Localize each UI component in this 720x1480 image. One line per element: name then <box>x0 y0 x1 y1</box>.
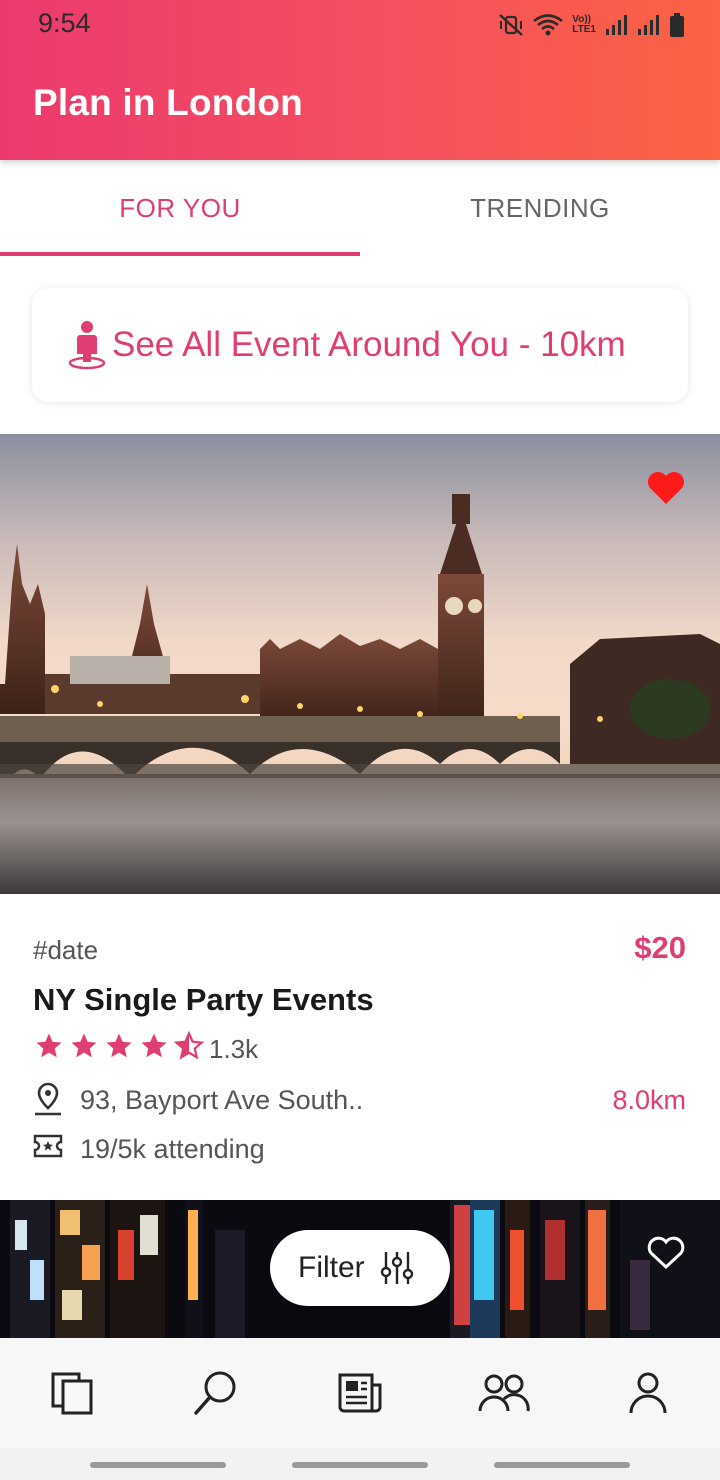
network-type-indicator: Vo)) LTE1 <box>572 15 596 35</box>
wifi-icon <box>533 14 564 36</box>
network-label-bottom: LTE1 <box>572 24 596 35</box>
location-pin-icon <box>35 1082 61 1116</box>
signal-icon <box>606 15 627 35</box>
search-icon <box>194 1371 236 1415</box>
gesture-handle <box>292 1462 428 1468</box>
profile-icon <box>629 1372 667 1414</box>
news-icon <box>338 1373 382 1413</box>
tab-bar: FOR YOU TRENDING <box>0 160 720 256</box>
nav-profile[interactable] <box>608 1353 688 1433</box>
london-skyline-image <box>0 434 720 894</box>
page-title: Plan in London <box>33 82 303 123</box>
battery-icon <box>670 13 684 37</box>
signal-icon <box>638 15 659 35</box>
nearby-events-button[interactable]: See All Event Around You - 10km <box>32 288 688 402</box>
event-image[interactable] <box>0 434 720 894</box>
event-tag: #date <box>33 935 99 965</box>
app-header: 9:54 Vo)) LTE1 Plan in London <box>0 0 720 160</box>
tab-for-you[interactable]: FOR YOU <box>0 160 360 256</box>
nav-friends[interactable] <box>464 1353 544 1433</box>
screen: 9:54 Vo)) LTE1 Plan in London FOR YOU TR… <box>0 0 720 1480</box>
tab-indicator <box>0 252 360 256</box>
star-icon <box>106 1033 132 1058</box>
tab-trending[interactable]: TRENDING <box>360 160 720 256</box>
filter-label: Filter <box>298 1251 365 1284</box>
favorite-heart-outline-icon[interactable] <box>646 1235 686 1271</box>
star-icon <box>141 1033 167 1058</box>
gesture-handle <box>90 1462 226 1468</box>
friends-icon <box>478 1374 530 1412</box>
ticket-icon <box>33 1134 63 1158</box>
nav-search[interactable] <box>176 1353 256 1433</box>
status-icons: Vo)) LTE1 <box>498 12 686 38</box>
rating-stars <box>33 1031 205 1061</box>
status-time: 9:54 <box>38 8 91 38</box>
sliders-icon <box>380 1252 413 1284</box>
mute-vibrate-icon <box>499 14 524 36</box>
event-address: 93, Bayport Ave South.. <box>80 1085 364 1115</box>
rating-count: 1.3k <box>209 1034 259 1064</box>
pages-icon <box>51 1372 93 1415</box>
nav-pages[interactable] <box>32 1353 112 1433</box>
event-title[interactable]: NY Single Party Events <box>33 982 374 1018</box>
person-pin-icon <box>68 321 106 370</box>
event-price: $20 <box>634 930 686 965</box>
system-gesture-bar <box>0 1448 720 1480</box>
star-half-icon <box>173 1031 205 1060</box>
gesture-handle <box>494 1462 630 1468</box>
star-icon <box>71 1033 97 1058</box>
nav-news[interactable] <box>320 1353 400 1433</box>
attending-count: 19/5k attending <box>80 1134 265 1164</box>
nearby-events-label: See All Event Around You - 10km <box>112 325 626 364</box>
filter-button[interactable]: Filter <box>270 1230 450 1306</box>
event-distance: 8.0km <box>612 1085 686 1115</box>
bottom-nav <box>0 1338 720 1448</box>
favorite-heart-icon[interactable] <box>646 470 686 506</box>
star-icon <box>36 1033 62 1058</box>
